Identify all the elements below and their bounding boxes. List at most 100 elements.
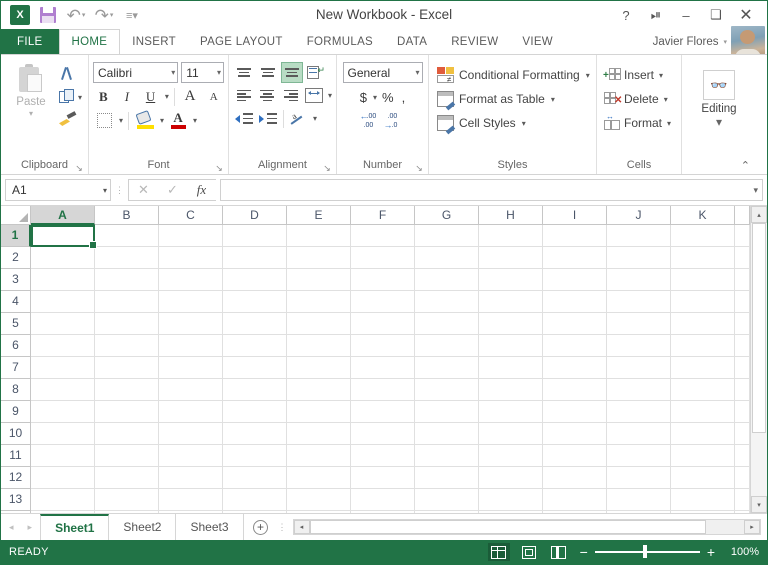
- column-header-F[interactable]: F: [351, 206, 415, 225]
- horizontal-scroll-thumb[interactable]: [309, 520, 706, 534]
- cell-E4[interactable]: [287, 291, 351, 313]
- normal-view-button[interactable]: [487, 543, 510, 561]
- cell-G9[interactable]: [415, 401, 479, 423]
- cell-C6[interactable]: [159, 335, 223, 357]
- cell-F8[interactable]: [351, 379, 415, 401]
- account-chevron-down-icon[interactable]: ▾: [723, 38, 727, 46]
- clipboard-dialog-launcher-icon[interactable]: ↘: [74, 163, 84, 173]
- cell-C7[interactable]: [159, 357, 223, 379]
- cell-I5[interactable]: [543, 313, 607, 335]
- cell-H13[interactable]: [479, 489, 543, 511]
- tab-file[interactable]: FILE: [1, 29, 59, 54]
- cell-F11[interactable]: [351, 445, 415, 467]
- cell-partial[interactable]: [735, 401, 750, 423]
- alignment-dialog-launcher-icon[interactable]: ↘: [322, 163, 332, 173]
- cell-I3[interactable]: [543, 269, 607, 291]
- cell-I6[interactable]: [543, 335, 607, 357]
- column-header-J[interactable]: J: [607, 206, 671, 225]
- cell-J11[interactable]: [607, 445, 671, 467]
- cell-G13[interactable]: [415, 489, 479, 511]
- cell-partial[interactable]: [735, 335, 750, 357]
- column-header-C[interactable]: C: [159, 206, 223, 225]
- font-name-combo[interactable]: Calibri ▾: [93, 62, 179, 83]
- format-chevron-down-icon[interactable]: ▾: [667, 119, 671, 128]
- close-button[interactable]: ✕: [731, 2, 761, 28]
- font-dialog-launcher-icon[interactable]: ↘: [214, 163, 224, 173]
- cell-G10[interactable]: [415, 423, 479, 445]
- format-as-table-button[interactable]: Format as Table ▾: [435, 87, 592, 111]
- cell-B9[interactable]: [95, 401, 159, 423]
- cell-B6[interactable]: [95, 335, 159, 357]
- font-color-button[interactable]: A: [167, 110, 189, 131]
- sheet-tab-sheet3[interactable]: Sheet3: [176, 514, 244, 540]
- cell-H7[interactable]: [479, 357, 543, 379]
- column-header-K[interactable]: K: [671, 206, 735, 225]
- cell-G11[interactable]: [415, 445, 479, 467]
- orientation-button[interactable]: a: [288, 108, 310, 129]
- ribbon-display-options-icon[interactable]: ⏯: [641, 2, 671, 28]
- cell-I13[interactable]: [543, 489, 607, 511]
- cell-I8[interactable]: [543, 379, 607, 401]
- cell-B3[interactable]: [95, 269, 159, 291]
- cell-F3[interactable]: [351, 269, 415, 291]
- cell-F14[interactable]: [351, 511, 415, 513]
- scroll-up-button[interactable]: ▴: [751, 206, 767, 223]
- cell-C14[interactable]: [159, 511, 223, 513]
- cell-styles-button[interactable]: Cell Styles ▾: [435, 111, 592, 135]
- cell-C3[interactable]: [159, 269, 223, 291]
- copy-button[interactable]: ▾: [57, 87, 84, 107]
- conditional-formatting-chevron-down-icon[interactable]: ▾: [586, 71, 590, 80]
- formula-input[interactable]: ▾: [220, 179, 763, 201]
- cell-E2[interactable]: [287, 247, 351, 269]
- row-header-14[interactable]: 14: [1, 511, 31, 513]
- percent-style-button[interactable]: %: [379, 87, 397, 108]
- format-cells-button[interactable]: ↔ Format ▾: [602, 111, 677, 135]
- account-area[interactable]: Javier Flores ▾: [653, 25, 767, 60]
- increase-decimal-button[interactable]: ← .00.00: [360, 111, 382, 131]
- horizontal-scrollbar[interactable]: ◂ ▸: [292, 519, 761, 535]
- cell-F9[interactable]: [351, 401, 415, 423]
- cell-J8[interactable]: [607, 379, 671, 401]
- cell-B4[interactable]: [95, 291, 159, 313]
- conditional-formatting-button[interactable]: ≠ Conditional Formatting ▾: [435, 63, 592, 87]
- cell-C9[interactable]: [159, 401, 223, 423]
- cell-G6[interactable]: [415, 335, 479, 357]
- cell-K3[interactable]: [671, 269, 735, 291]
- cell-I1[interactable]: [543, 225, 607, 247]
- italic-button[interactable]: I: [117, 86, 138, 107]
- cell-F10[interactable]: [351, 423, 415, 445]
- cell-I11[interactable]: [543, 445, 607, 467]
- row-header-2[interactable]: 2: [1, 247, 31, 269]
- paste-chevron-down-icon[interactable]: ▾: [29, 109, 33, 118]
- undo-arrow-icon[interactable]: ↶ ▾: [63, 3, 89, 27]
- zoom-out-button[interactable]: −: [580, 545, 588, 559]
- cell-K8[interactable]: [671, 379, 735, 401]
- column-header-E[interactable]: E: [287, 206, 351, 225]
- cell-A13[interactable]: [31, 489, 95, 511]
- row-header-13[interactable]: 13: [1, 489, 31, 511]
- cell-D10[interactable]: [223, 423, 287, 445]
- cell-F12[interactable]: [351, 467, 415, 489]
- cell-F13[interactable]: [351, 489, 415, 511]
- minimize-button[interactable]: –: [671, 2, 701, 28]
- enter-formula-button[interactable]: ✓: [158, 180, 187, 200]
- column-header-D[interactable]: D: [223, 206, 287, 225]
- cell-D7[interactable]: [223, 357, 287, 379]
- new-sheet-button[interactable]: +: [244, 514, 278, 540]
- cell-J6[interactable]: [607, 335, 671, 357]
- horizontal-scroll-track[interactable]: [706, 520, 744, 534]
- cell-B12[interactable]: [95, 467, 159, 489]
- cell-K5[interactable]: [671, 313, 735, 335]
- cell-H11[interactable]: [479, 445, 543, 467]
- cell-H6[interactable]: [479, 335, 543, 357]
- cell-J10[interactable]: [607, 423, 671, 445]
- cell-K11[interactable]: [671, 445, 735, 467]
- bottom-align-button[interactable]: [281, 62, 303, 83]
- cell-C8[interactable]: [159, 379, 223, 401]
- align-left-button[interactable]: [233, 85, 255, 106]
- cell-D11[interactable]: [223, 445, 287, 467]
- cell-C13[interactable]: [159, 489, 223, 511]
- row-header-11[interactable]: 11: [1, 445, 31, 467]
- cell-C11[interactable]: [159, 445, 223, 467]
- decrease-font-size-button[interactable]: A: [203, 86, 224, 107]
